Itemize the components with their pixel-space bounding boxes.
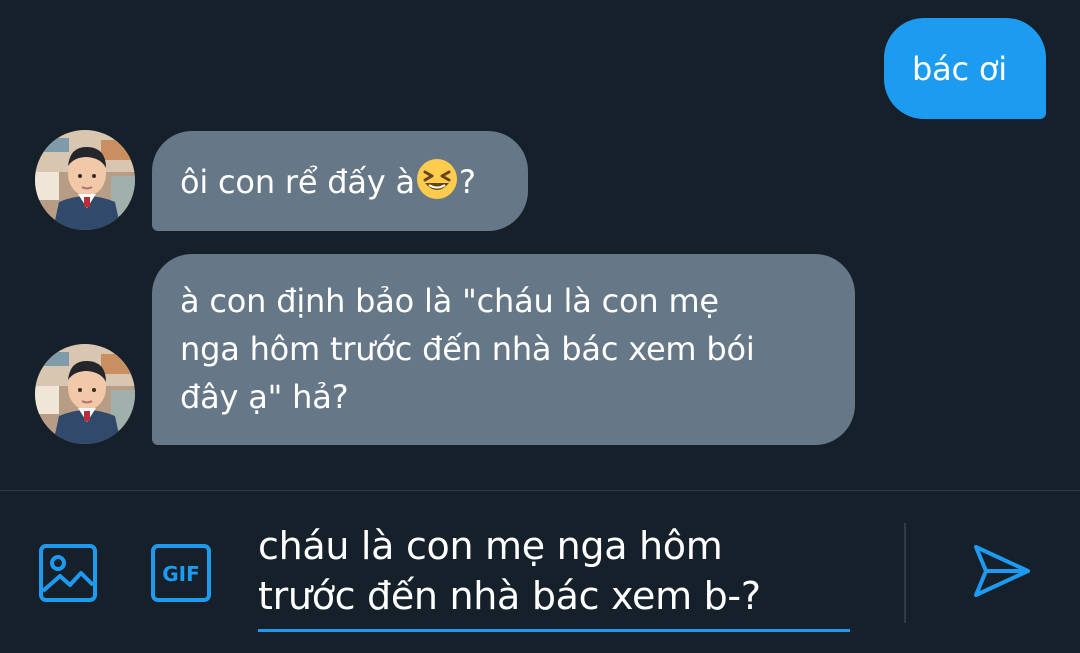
message-composer: GIF cháu là con mẹ nga hôm trước đến nhà … [0,490,1080,653]
laughing-face-emoji [416,158,457,199]
avatar[interactable] [35,130,135,230]
draft-line: trước đến nhà bác xem b-? [258,574,761,618]
sent-message-bubble[interactable]: bác ơi [884,18,1046,119]
gif-icon[interactable]: GIF [150,543,212,603]
message-line: nga hôm trước đến nhà bác xem bói [180,330,755,368]
message-line: đây ạ" hả? [180,378,349,416]
avatar-photo [35,344,135,444]
received-message-bubble[interactable]: à con định bảo là "cháu là con mẹ nga hô… [152,254,855,445]
composer-divider [904,523,906,623]
avatar[interactable] [35,344,135,444]
send-icon[interactable] [972,543,1032,599]
message-line: à con định bảo là "cháu là con mẹ [180,282,719,320]
image-icon[interactable] [38,543,98,603]
message-text: bác ơi [912,49,1007,88]
draft-line: cháu là con mẹ nga hôm [258,524,723,568]
message-input[interactable]: cháu là con mẹ nga hôm trước đến nhà bác … [258,521,850,632]
avatar-photo [35,130,135,230]
dm-conversation-screen: bác ơi ôi con rể đấy à? à con định bảo l… [0,0,1080,653]
received-message-bubble[interactable]: ôi con rể đấy à? [152,131,528,231]
gif-label: GIF [162,562,200,586]
message-text: ôi con rể đấy à? [180,157,476,206]
